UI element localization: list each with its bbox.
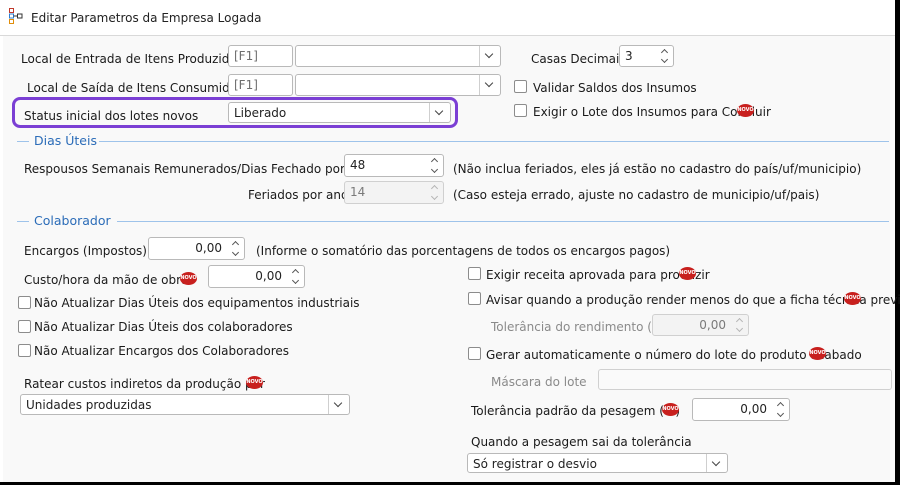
spinner-arrows-icon[interactable] <box>775 400 787 419</box>
divider <box>99 141 889 142</box>
local-entrada-code-field[interactable]: [F1] <box>228 45 293 67</box>
form-body: Local de Entrada de Itens Produzidos [F1… <box>3 36 900 482</box>
local-saida-label: Local de Saída de Itens Consumidos <box>27 81 244 95</box>
spinner-arrows-icon[interactable] <box>230 239 242 258</box>
feriados-value: 14 <box>350 185 366 199</box>
novo-badge-icon: NOVO <box>246 376 263 389</box>
chevron-down-icon[interactable] <box>328 395 349 414</box>
chevron-down-icon[interactable] <box>429 103 450 122</box>
tolerancia-pesagem-spinner[interactable]: 0,00 <box>692 398 790 421</box>
mascara-lote-label: Máscara do lote <box>491 375 587 389</box>
novo-badge-icon: NOVO <box>180 272 197 285</box>
feriados-spinner[interactable]: 14 <box>344 181 444 204</box>
local-saida-code: [F1] <box>234 78 258 92</box>
novo-badge-icon: NOVO <box>844 292 861 305</box>
exigir-lote-checkbox[interactable] <box>514 104 527 117</box>
repousos-label: Respousos Semanais Remunerados/Dias Fech… <box>24 162 372 176</box>
avisar-producao-checkbox[interactable] <box>468 292 481 305</box>
app-icon <box>9 8 23 24</box>
encargos-value: 0,00 <box>195 241 222 255</box>
encargos-label: Encargos (Impostos) <box>24 244 147 258</box>
exigir-receita-checkbox[interactable] <box>468 267 481 280</box>
repousos-value: 48 <box>350 158 366 172</box>
colaborador-section-title: Colaborador <box>34 213 111 228</box>
encargos-hint: (Informe o somatório das porcentagens de… <box>256 244 671 258</box>
custo-hora-spinner[interactable]: 0,00 <box>208 265 305 288</box>
casas-decimais-spinner[interactable]: 3 <box>619 45 674 67</box>
exigir-receita-label: Exigir receita aprovada para produzir <box>486 268 710 282</box>
repousos-hint: (Não inclua feriados, eles já estão no c… <box>453 162 862 176</box>
spinner-arrows-icon[interactable] <box>429 183 441 202</box>
novo-badge-icon: NOVO <box>737 104 754 117</box>
local-entrada-label: Local de Entrada de Itens Produzidos <box>21 52 243 66</box>
custo-hora-value: 0,00 <box>255 269 282 283</box>
dias-uteis-section-title: Dias Úteis <box>34 133 97 148</box>
chevron-down-icon[interactable] <box>479 75 500 95</box>
nao-atualizar-equip-checkbox[interactable] <box>18 296 31 309</box>
chevron-down-icon[interactable] <box>706 454 727 472</box>
local-saida-select[interactable] <box>295 74 501 96</box>
quando-pesagem-label: Quando a pesagem sai da tolerância <box>471 435 692 449</box>
title-bar: Editar Parametros da Empresa Logada <box>0 0 895 36</box>
exigir-lote-label: Exigir o Lote dos Insumos para Concluir <box>533 105 771 119</box>
status-inicial-value: Liberado <box>234 106 287 120</box>
local-saida-code-field[interactable]: [F1] <box>228 74 293 96</box>
feriados-label: Feriados por ano <box>248 188 349 202</box>
tolerancia-pesagem-value: 0,00 <box>740 402 767 416</box>
novo-badge-icon: NOVO <box>809 347 826 360</box>
novo-badge-icon: NOVO <box>662 403 679 416</box>
ratear-select[interactable]: Unidades produzidas <box>20 394 350 415</box>
local-entrada-select[interactable] <box>295 45 501 67</box>
feriados-hint: (Caso esteja errado, ajuste no cadastro … <box>453 188 820 202</box>
tolerancia-rendimento-spinner[interactable]: 0,00 <box>652 314 749 336</box>
gerar-lote-checkbox[interactable] <box>468 347 481 360</box>
window-title: Editar Parametros da Empresa Logada <box>31 11 262 25</box>
divider <box>17 221 29 222</box>
gerar-lote-label: Gerar automaticamente o número do lote d… <box>486 348 862 362</box>
nao-atualizar-equip-label: Não Atualizar Dias Úteis dos equipamento… <box>34 296 360 310</box>
repousos-spinner[interactable]: 48 <box>344 154 444 177</box>
divider <box>117 221 889 222</box>
spinner-arrows-icon[interactable] <box>290 267 302 286</box>
tolerancia-pesagem-label: Tolerância padrão da pesagem (%) <box>471 404 681 418</box>
spinner-arrows-icon[interactable] <box>659 47 671 65</box>
chevron-down-icon[interactable] <box>479 46 500 66</box>
avisar-producao-label: Avisar quando a produção render menos do… <box>486 293 900 307</box>
validar-saldos-label: Validar Saldos dos Insumos <box>533 81 697 95</box>
local-entrada-code: [F1] <box>234 49 258 63</box>
mascara-lote-field[interactable] <box>598 369 892 390</box>
custo-hora-label: Custo/hora da mão de obra: <box>24 273 193 287</box>
nao-atualizar-encargos-label: Não Atualizar Encargos dos Colaboradores <box>34 344 290 358</box>
spinner-arrows-icon[interactable] <box>429 156 441 175</box>
tolerancia-rendimento-value: 0,00 <box>699 318 726 332</box>
tolerancia-rendimento-label: Tolerância do rendimento (%) <box>491 320 669 334</box>
validar-saldos-checkbox[interactable] <box>514 80 527 93</box>
nao-atualizar-encargos-checkbox[interactable] <box>18 344 31 357</box>
status-inicial-label: Status inicial dos lotes novos <box>24 109 199 123</box>
divider <box>17 141 29 142</box>
nao-atualizar-colab-label: Não Atualizar Dias Úteis dos colaborador… <box>34 320 293 334</box>
casas-decimais-value: 3 <box>625 49 633 63</box>
spinner-arrows-icon[interactable] <box>734 316 746 334</box>
quando-pesagem-select[interactable]: Só registrar o desvio <box>467 453 728 473</box>
status-inicial-select[interactable]: Liberado <box>228 102 451 123</box>
quando-pesagem-value: Só registrar o desvio <box>473 457 597 471</box>
ratear-label: Ratear custos indiretos da produção por <box>24 377 265 391</box>
encargos-spinner[interactable]: 0,00 <box>148 237 245 260</box>
nao-atualizar-colab-checkbox[interactable] <box>18 320 31 333</box>
casas-decimais-label: Casas Decimais <box>531 52 626 66</box>
ratear-value: Unidades produzidas <box>26 398 152 412</box>
novo-badge-icon: NOVO <box>679 267 696 280</box>
window-edge <box>895 0 900 485</box>
